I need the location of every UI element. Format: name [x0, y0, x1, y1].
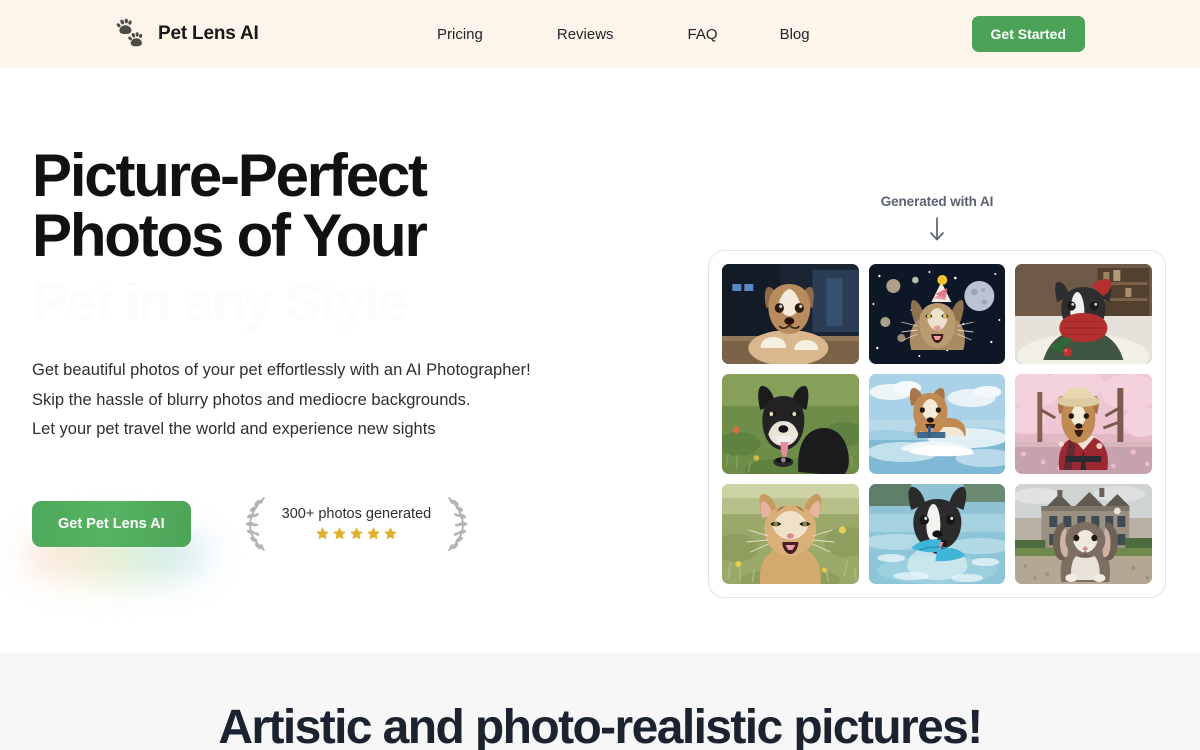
laurel-wreath-left-icon	[242, 494, 272, 554]
main-navigation: Pricing Reviews FAQ Blog	[437, 20, 810, 49]
hero-cta-row: Get Pet Lens AI 300+ photos generated	[26, 494, 682, 583]
star-icon	[350, 527, 363, 540]
arrow-down-icon	[930, 217, 944, 241]
paw-prints-icon	[112, 16, 148, 52]
hero-description: Get beautiful photos of your pet effortl…	[32, 356, 682, 445]
site-header: Pet Lens AI Pricing Reviews FAQ Blog Get…	[0, 0, 1200, 68]
brand-name: Pet Lens AI	[158, 23, 259, 44]
star-icon	[333, 527, 346, 540]
features-section-title: Artistic and photo-realistic pictures!	[218, 701, 983, 750]
headline-line-3-animated: Pet in any Style	[32, 272, 409, 332]
brand-logo-link[interactable]: Pet Lens AI	[112, 16, 259, 52]
hero-cta-wrapper: Get Pet Lens AI	[26, 500, 210, 583]
gallery-photo[interactable]	[868, 374, 1006, 474]
social-proof-content: 300+ photos generated	[278, 506, 436, 541]
star-rating	[282, 526, 432, 541]
gallery-photo[interactable]	[1015, 374, 1152, 474]
photo-frame	[708, 250, 1166, 598]
gallery-photo[interactable]	[1015, 264, 1152, 364]
ai-gallery: Generated with AI	[708, 194, 1166, 598]
social-proof: 300+ photos generated	[242, 494, 472, 554]
photo-grid	[722, 264, 1152, 584]
nav-link-faq[interactable]: FAQ	[688, 20, 718, 49]
gallery-photo[interactable]	[868, 484, 1006, 584]
headline-line-1: Picture-Perfect	[32, 142, 428, 209]
hero-description-line-3: Let your pet travel the world and experi…	[32, 420, 436, 438]
hero-section: Picture-Perfect Photos of Your Pet in an…	[0, 68, 1200, 653]
page-title: Picture-Perfect Photos of Your Pet in an…	[32, 146, 682, 338]
generated-with-ai-label: Generated with AI	[880, 194, 994, 209]
laurel-wreath-right-icon	[441, 494, 471, 554]
star-icon	[316, 527, 329, 540]
hero-description-line-1: Get beautiful photos of your pet effortl…	[32, 361, 531, 379]
nav-link-pricing[interactable]: Pricing	[437, 20, 483, 49]
gallery-photo[interactable]	[722, 374, 859, 474]
headline-line-2: Photos of Your	[32, 202, 428, 269]
gallery-photo[interactable]	[722, 484, 859, 584]
star-icon	[384, 527, 397, 540]
features-section: Artistic and photo-realistic pictures!	[0, 653, 1200, 750]
nav-link-reviews[interactable]: Reviews	[557, 20, 614, 49]
gallery-photo[interactable]	[868, 264, 1006, 364]
gallery-photo[interactable]	[1015, 484, 1152, 584]
get-pet-lens-ai-button[interactable]: Get Pet Lens AI	[32, 500, 191, 547]
star-icon	[367, 527, 380, 540]
get-started-button[interactable]: Get Started	[971, 16, 1085, 52]
gallery-photo[interactable]	[722, 264, 859, 364]
nav-link-blog[interactable]: Blog	[780, 20, 810, 49]
hero-copy-column: Picture-Perfect Photos of Your Pet in an…	[26, 146, 682, 583]
hero-description-line-2: Skip the hassle of blurry photos and med…	[32, 390, 471, 409]
photos-generated-count: 300+ photos generated	[281, 506, 432, 522]
